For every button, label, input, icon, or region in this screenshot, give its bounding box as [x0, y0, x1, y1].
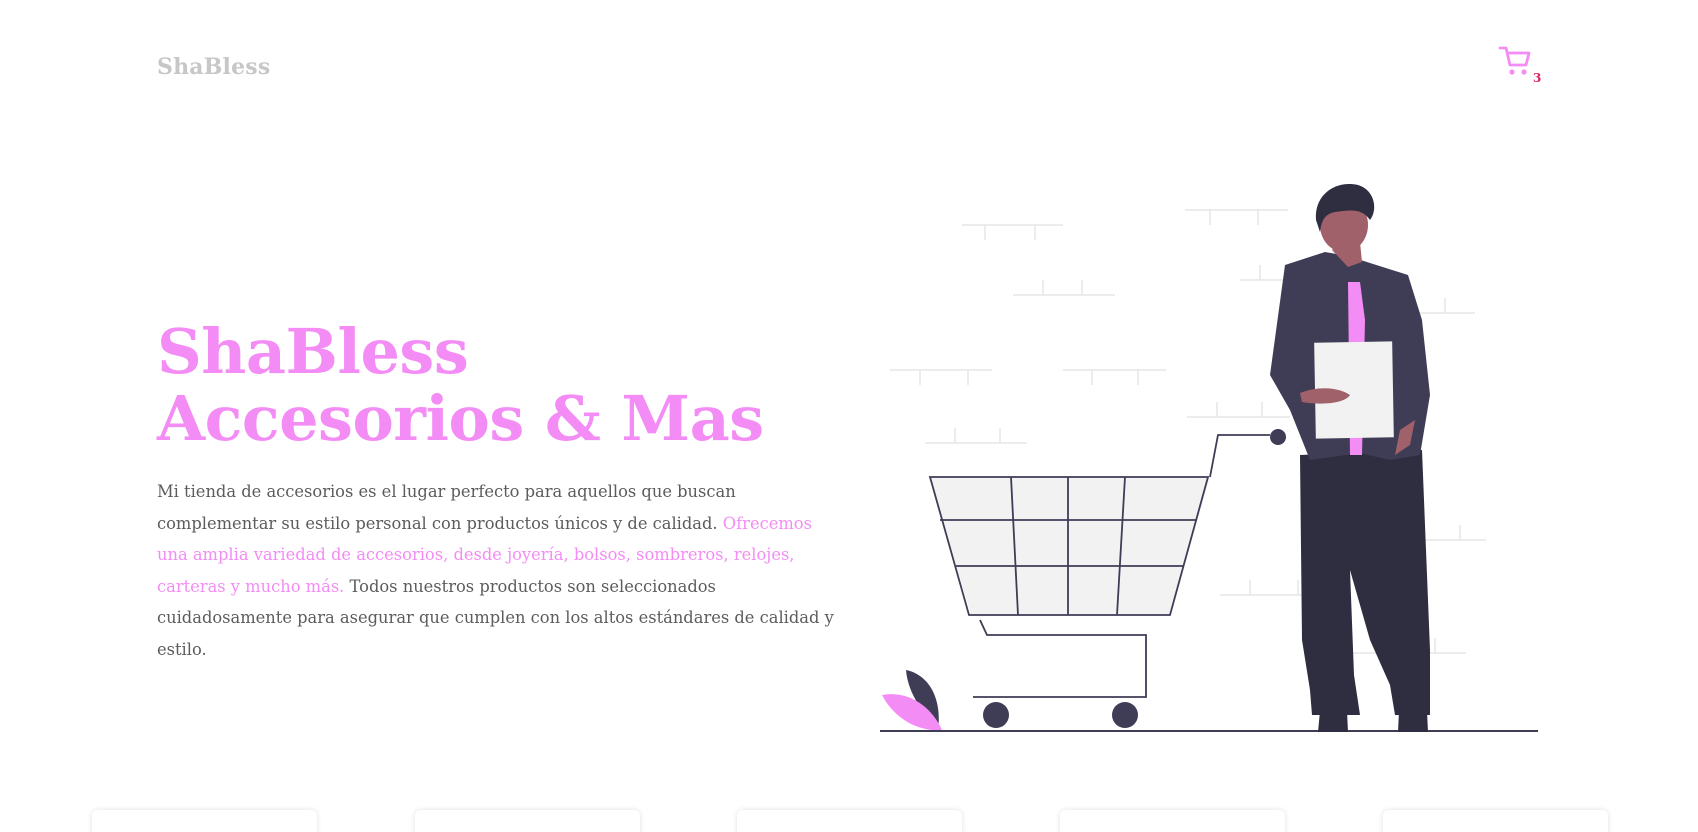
product-cards-row — [0, 810, 1698, 832]
hero-title: ShaBless Accesorios & Mas — [157, 318, 877, 452]
hero-text-part-1: Mi tienda de accesorios es el lugar perf… — [157, 482, 736, 533]
site-logo[interactable]: ShaBless — [157, 54, 270, 80]
shopping-cart-icon — [1498, 46, 1531, 75]
hero-description: Mi tienda de accesorios es el lugar perf… — [157, 476, 837, 665]
product-card[interactable] — [415, 810, 640, 832]
cart-count-badge: 3 — [1533, 71, 1542, 85]
product-card[interactable] — [1060, 810, 1285, 832]
product-card[interactable] — [737, 810, 962, 832]
hero-title-line-1: ShaBless — [157, 315, 469, 388]
product-card[interactable] — [1383, 810, 1608, 832]
hero-title-line-2: Accesorios & Mas — [157, 382, 764, 455]
cart-button[interactable]: 3 — [1498, 44, 1546, 84]
shopping-illustration — [880, 184, 1538, 732]
person-figure — [1270, 184, 1430, 732]
shopping-cart-graphic — [928, 429, 1286, 728]
product-card[interactable] — [92, 810, 317, 832]
plant — [882, 670, 942, 731]
site-header: ShaBless 3 — [0, 0, 1698, 120]
